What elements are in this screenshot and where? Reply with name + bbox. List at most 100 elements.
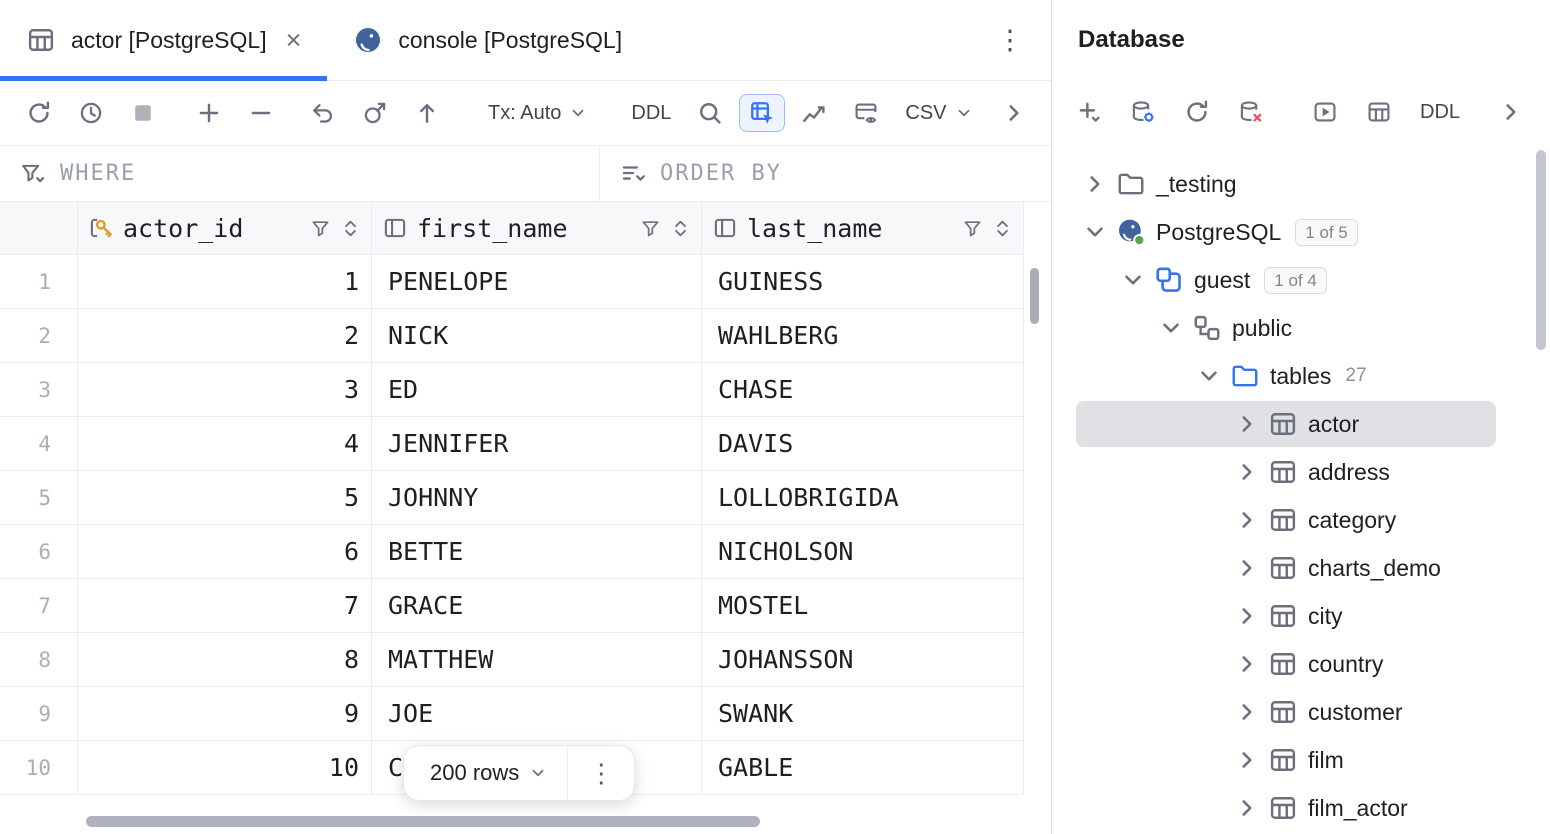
refresh-button[interactable] bbox=[16, 94, 62, 132]
tx-mode-select[interactable]: Tx: Auto bbox=[478, 94, 597, 132]
search-button[interactable] bbox=[687, 94, 733, 132]
chevron-right-icon[interactable] bbox=[1234, 507, 1260, 533]
column-header-actor-id[interactable]: actor_id bbox=[78, 202, 372, 254]
column-header-last-name[interactable]: last_name bbox=[702, 202, 1024, 254]
chevron-right-icon[interactable] bbox=[1234, 747, 1260, 773]
horizontal-scrollbar[interactable] bbox=[86, 816, 760, 827]
column-sort-icon[interactable] bbox=[992, 218, 1013, 239]
chevron-down-icon[interactable] bbox=[1158, 315, 1184, 341]
new-datasource-button[interactable] bbox=[1066, 93, 1112, 131]
table-row[interactable]: 1 1 PENELOPE GUINESS bbox=[0, 255, 1024, 309]
chevron-right-icon[interactable] bbox=[1082, 171, 1108, 197]
column-sort-icon[interactable] bbox=[340, 218, 361, 239]
cell-last-name[interactable]: LOLLOBRIGIDA bbox=[702, 471, 1024, 524]
chevron-right-icon[interactable] bbox=[1234, 603, 1260, 629]
chevron-down-icon[interactable] bbox=[1120, 267, 1146, 293]
table-row[interactable]: 8 8 MATTHEW JOHANSSON bbox=[0, 633, 1024, 687]
tree-item-address[interactable]: address bbox=[1052, 448, 1550, 496]
rollback-button[interactable] bbox=[352, 94, 398, 132]
tree-item-city[interactable]: city bbox=[1052, 592, 1550, 640]
cell-first-name[interactable]: JOHNNY bbox=[372, 471, 702, 524]
chevron-right-icon[interactable] bbox=[1234, 651, 1260, 677]
more-toolbar-button[interactable] bbox=[1488, 93, 1534, 131]
tree-item-actor[interactable]: actor bbox=[1052, 400, 1550, 448]
cell-first-name[interactable]: BETTE bbox=[372, 525, 702, 578]
tab-actor[interactable]: actor [PostgreSQL] × bbox=[0, 0, 327, 80]
cell-actor-id[interactable]: 3 bbox=[78, 363, 372, 416]
kebab-menu-icon[interactable]: ⋮ bbox=[993, 25, 1027, 56]
column-filter-icon[interactable] bbox=[640, 218, 661, 239]
cell-first-name[interactable]: JOE bbox=[372, 687, 702, 740]
open-table-button[interactable] bbox=[1356, 93, 1402, 131]
page-size-value[interactable]: 200 rows bbox=[430, 760, 519, 786]
chevron-down-icon[interactable] bbox=[1196, 363, 1222, 389]
tree-item-film[interactable]: film bbox=[1052, 736, 1550, 784]
add-row-button[interactable] bbox=[186, 94, 232, 132]
table-row[interactable]: 3 3 ED CHASE bbox=[0, 363, 1024, 417]
cell-actor-id[interactable]: 1 bbox=[78, 255, 372, 308]
chevron-right-icon[interactable] bbox=[1234, 555, 1260, 581]
tree-item-public[interactable]: public bbox=[1052, 304, 1550, 352]
tree-item-testing[interactable]: _testing bbox=[1052, 160, 1550, 208]
submit-button[interactable] bbox=[404, 94, 450, 132]
disconnect-button[interactable] bbox=[1228, 93, 1274, 131]
delete-row-button[interactable] bbox=[238, 94, 284, 132]
where-filter-input[interactable]: WHERE bbox=[0, 146, 600, 201]
column-filter-icon[interactable] bbox=[310, 218, 331, 239]
tree-item-film-actor[interactable]: film_actor bbox=[1052, 784, 1550, 832]
chevron-right-icon[interactable] bbox=[1234, 699, 1260, 725]
cell-actor-id[interactable]: 6 bbox=[78, 525, 372, 578]
table-preview-button[interactable] bbox=[843, 94, 889, 132]
column-header-first-name[interactable]: first_name bbox=[372, 202, 702, 254]
order-by-input[interactable]: ORDER BY bbox=[600, 146, 1051, 201]
cell-last-name[interactable]: GUINESS bbox=[702, 255, 1024, 308]
cell-last-name[interactable]: GABLE bbox=[702, 741, 1024, 794]
tab-console[interactable]: console [PostgreSQL] bbox=[327, 0, 648, 80]
cell-first-name[interactable]: ED bbox=[372, 363, 702, 416]
tree-item-charts-demo[interactable]: charts_demo bbox=[1052, 544, 1550, 592]
table-row[interactable]: 2 2 NICK WAHLBERG bbox=[0, 309, 1024, 363]
cell-actor-id[interactable]: 10 bbox=[78, 741, 372, 794]
stop-button[interactable] bbox=[120, 94, 166, 132]
table-row[interactable]: 9 9 JOE SWANK bbox=[0, 687, 1024, 741]
refresh-button[interactable] bbox=[1174, 93, 1220, 131]
cell-last-name[interactable]: JOHANSSON bbox=[702, 633, 1024, 686]
cell-first-name[interactable]: GRACE bbox=[372, 579, 702, 632]
ddl-button[interactable]: DDL bbox=[621, 94, 681, 132]
cell-first-name[interactable]: MATTHEW bbox=[372, 633, 702, 686]
cell-actor-id[interactable]: 9 bbox=[78, 687, 372, 740]
cell-actor-id[interactable]: 2 bbox=[78, 309, 372, 362]
kebab-menu-icon[interactable]: ⋮ bbox=[568, 758, 634, 789]
chevron-right-icon[interactable] bbox=[1234, 795, 1260, 821]
page-size-popup[interactable]: 200 rows ⋮ bbox=[403, 745, 635, 801]
cell-last-name[interactable]: DAVIS bbox=[702, 417, 1024, 470]
cell-last-name[interactable]: WAHLBERG bbox=[702, 309, 1024, 362]
column-filter-icon[interactable] bbox=[962, 218, 983, 239]
table-view-toggle[interactable] bbox=[739, 94, 785, 132]
cell-last-name[interactable]: CHASE bbox=[702, 363, 1024, 416]
tree-item-country[interactable]: country bbox=[1052, 640, 1550, 688]
table-row[interactable]: 7 7 GRACE MOSTEL bbox=[0, 579, 1024, 633]
cell-first-name[interactable]: NICK bbox=[372, 309, 702, 362]
history-button[interactable] bbox=[68, 94, 114, 132]
chevron-down-icon[interactable] bbox=[1082, 219, 1108, 245]
ddl-button[interactable]: DDL bbox=[1410, 93, 1470, 131]
more-toolbar-button[interactable] bbox=[991, 94, 1037, 132]
cell-last-name[interactable]: NICHOLSON bbox=[702, 525, 1024, 578]
tree-item-category[interactable]: category bbox=[1052, 496, 1550, 544]
datasource-properties-button[interactable] bbox=[1120, 93, 1166, 131]
revert-button[interactable] bbox=[300, 94, 346, 132]
vertical-scrollbar[interactable] bbox=[1536, 150, 1546, 350]
cell-actor-id[interactable]: 8 bbox=[78, 633, 372, 686]
chevron-right-icon[interactable] bbox=[1234, 459, 1260, 485]
cell-last-name[interactable]: MOSTEL bbox=[702, 579, 1024, 632]
cell-first-name[interactable]: PENELOPE bbox=[372, 255, 702, 308]
cell-first-name[interactable]: JENNIFER bbox=[372, 417, 702, 470]
cell-actor-id[interactable]: 5 bbox=[78, 471, 372, 524]
column-sort-icon[interactable] bbox=[670, 218, 691, 239]
table-row[interactable]: 5 5 JOHNNY LOLLOBRIGIDA bbox=[0, 471, 1024, 525]
chevron-right-icon[interactable] bbox=[1234, 411, 1260, 437]
close-icon[interactable]: × bbox=[286, 27, 302, 54]
export-format-select[interactable]: CSV bbox=[895, 94, 982, 132]
cell-last-name[interactable]: SWANK bbox=[702, 687, 1024, 740]
